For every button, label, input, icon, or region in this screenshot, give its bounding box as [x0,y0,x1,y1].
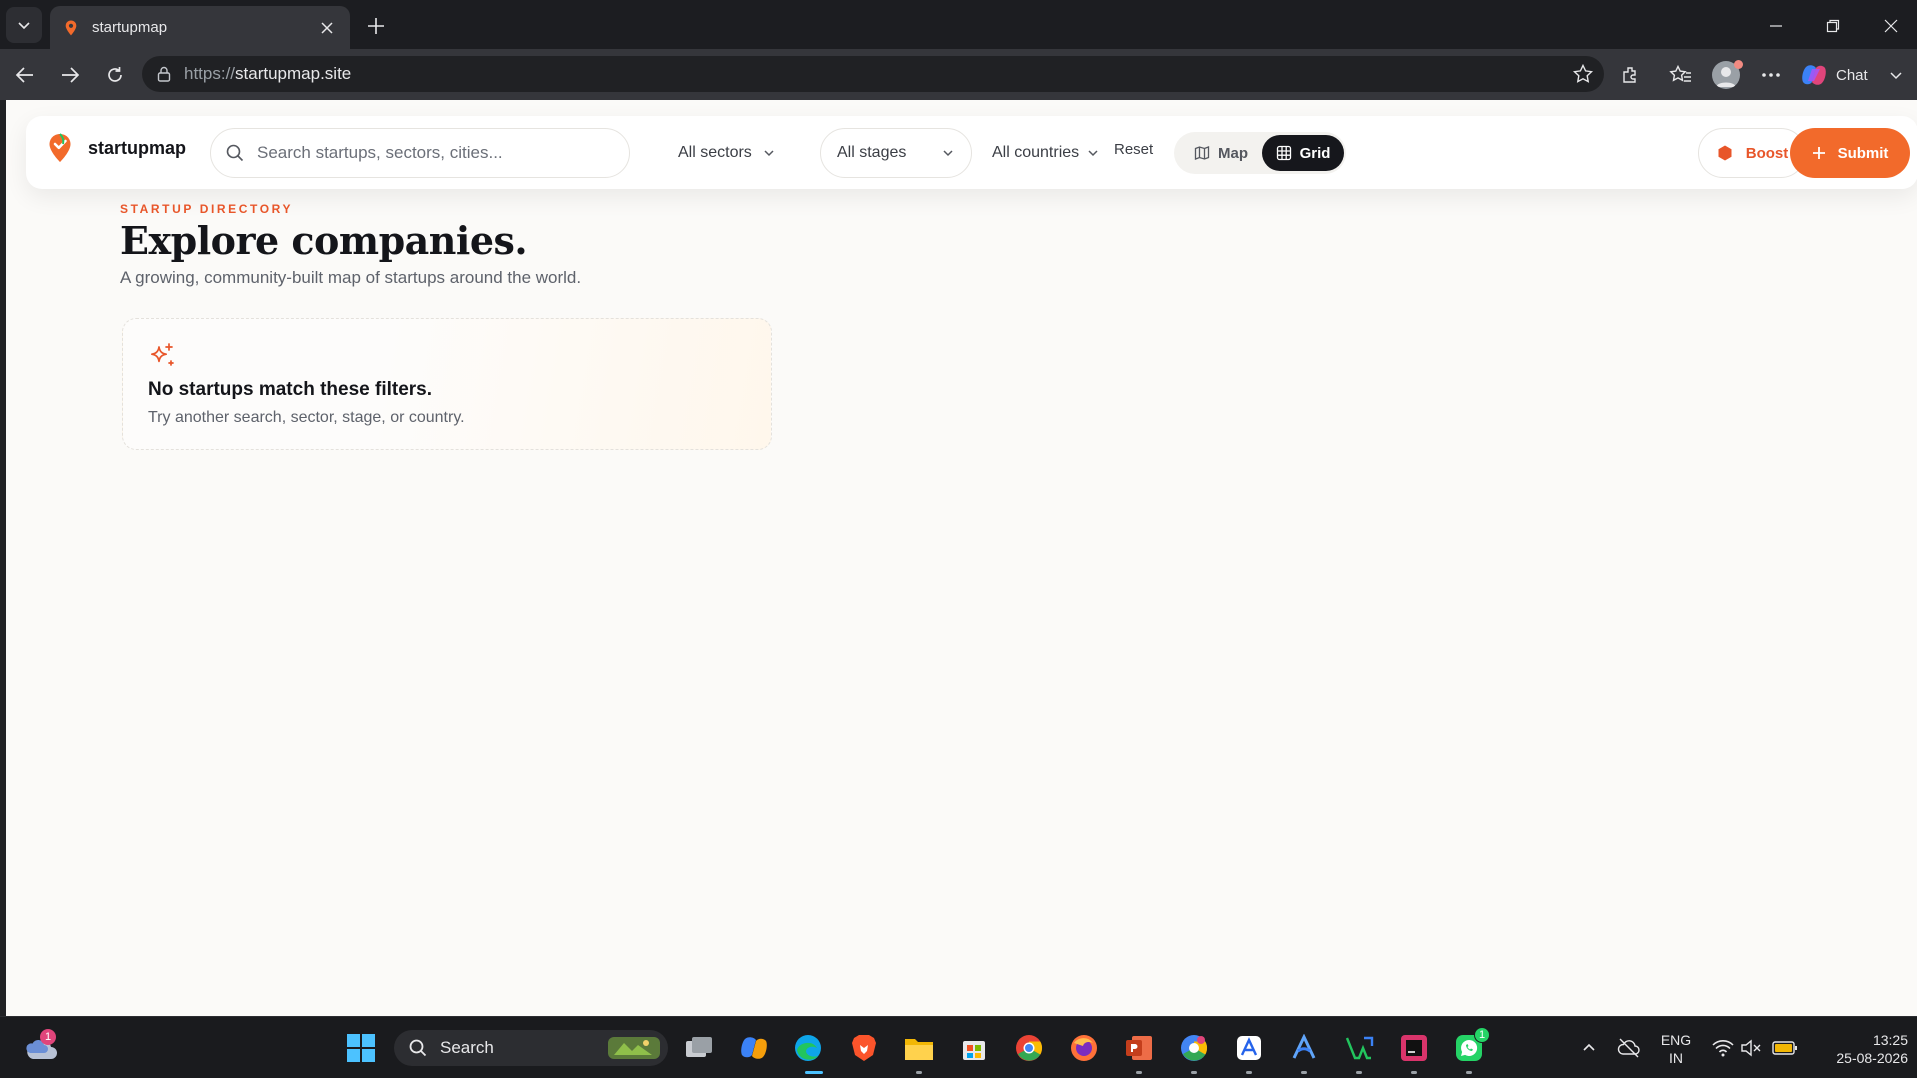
view-toggle: Map Grid [1174,132,1346,174]
map-pin-logo-icon [46,132,74,164]
empty-state-title: No startups match these filters. [148,379,433,400]
forward-arrow-icon[interactable] [55,60,85,90]
copilot-chat-button[interactable]: Chat [1800,59,1900,91]
close-window-icon[interactable] [1877,12,1905,40]
browser-tab-active[interactable]: startupmap [50,6,350,49]
volume-muted-icon[interactable] [1734,1031,1768,1065]
tab-title: startupmap [92,19,168,36]
powerpoint-icon[interactable] [1122,1031,1156,1065]
hexagon-icon [1718,145,1732,161]
empty-state-card: No startups match these filters. Try ano… [122,318,772,450]
map-icon [1194,146,1210,160]
taskbar: 1 Search 1 ENG IN 13:25 25-08-2026 [0,1016,1917,1078]
copilot-icon [1802,65,1826,85]
browser-toolbar: https://startupmap.site Chat [0,49,1917,100]
search-icon [225,143,245,163]
back-arrow-icon[interactable] [10,60,40,90]
running-app-indicator [1301,1071,1307,1074]
star-icon[interactable] [1572,63,1594,85]
chevron-up-icon[interactable] [1572,1031,1606,1065]
taskbar-search[interactable]: Search [394,1030,668,1066]
address-bar[interactable]: https://startupmap.site [142,56,1604,92]
notification-dot [1734,60,1743,69]
stage-select[interactable]: All stages [820,128,972,178]
file-explorer-icon[interactable] [902,1031,936,1065]
running-app-indicator [1246,1071,1252,1074]
close-tab-icon[interactable] [316,17,338,39]
lock-icon[interactable] [154,64,174,84]
firefox-browser-icon[interactable] [1067,1031,1101,1065]
app-header: startupmap All sectors All stages All co… [26,116,1917,189]
country-select-value: All countries [992,144,1080,161]
running-app-indicator [916,1071,922,1074]
windows-start-icon[interactable] [344,1031,378,1065]
search-highlight-icon [608,1037,660,1059]
running-app-indicator [1356,1071,1362,1074]
minimize-icon[interactable] [1762,12,1790,40]
sector-select[interactable]: All sectors [662,128,792,178]
page-viewport: startupmap All sectors All stages All co… [6,100,1917,1016]
tab-list-button[interactable] [6,7,42,43]
running-app-indicator [1466,1071,1472,1074]
chevron-down-icon [941,146,955,160]
running-app-indicator [1411,1071,1417,1074]
chevron-down-icon [1086,146,1100,160]
grid-view-button[interactable]: Grid [1262,135,1344,171]
search-box[interactable] [210,128,630,178]
clock[interactable]: 13:25 25-08-2026 [1812,1031,1908,1067]
microsoft-store-icon[interactable] [957,1031,991,1065]
search-icon [409,1039,427,1057]
logo[interactable]: startupmap [46,132,186,164]
more-options-icon[interactable] [1756,60,1786,90]
chevron-down-icon[interactable] [1888,67,1904,83]
brave-browser-icon[interactable] [847,1031,881,1065]
running-app-indicator [1136,1071,1142,1074]
submit-button[interactable]: Submit [1790,128,1910,178]
map-view-button[interactable]: Map [1178,135,1264,171]
cloud-sync-off-icon[interactable] [1612,1031,1646,1065]
page-subtitle: A growing, community-built map of startu… [120,268,582,287]
logo-text: startupmap [88,137,187,158]
drawing-app-icon[interactable] [1232,1031,1266,1065]
url-text: https://startupmap.site [184,64,352,83]
code-editor-icon[interactable] [1342,1031,1376,1065]
restore-icon[interactable] [1819,12,1847,40]
map-pin-icon [62,19,80,37]
stage-select-value: All stages [837,144,907,161]
search-input[interactable] [257,143,607,163]
active-app-indicator [805,1071,823,1074]
copilot-app-icon[interactable] [737,1031,771,1065]
weather-badge: 1 [40,1029,56,1045]
grid-icon [1276,145,1291,161]
battery-icon[interactable] [1768,1031,1802,1065]
chevron-down-icon [18,22,30,30]
running-app-indicator [1191,1071,1197,1074]
input-language[interactable]: ENG IN [1656,1031,1696,1067]
edge-browser-icon[interactable] [791,1031,825,1065]
sector-select-value: All sectors [678,144,752,161]
chevron-down-icon [762,146,776,160]
chrome-profile-icon[interactable] [1177,1031,1211,1065]
whatsapp-badge: 1 [1474,1027,1490,1043]
reload-icon[interactable] [100,60,130,90]
section-eyebrow: STARTUP DIRECTORY [120,202,294,216]
ide-app-icon[interactable] [1397,1031,1431,1065]
task-view-icon[interactable] [682,1031,716,1065]
arc-app-icon[interactable] [1287,1031,1321,1065]
reset-button[interactable]: Reset [1114,141,1153,158]
country-select[interactable]: All countries [976,128,1116,178]
extensions-icon[interactable] [1616,60,1646,90]
favorites-icon[interactable] [1666,60,1696,90]
chrome-browser-icon[interactable] [1012,1031,1046,1065]
empty-state-text: Try another search, sector, stage, or co… [148,409,465,426]
sparkle-icon [147,341,177,371]
new-tab-icon[interactable] [362,12,390,40]
browser-tab-bar: startupmap [0,0,1917,49]
plus-icon [1812,147,1825,159]
page-title: Explore companies. [120,218,528,263]
